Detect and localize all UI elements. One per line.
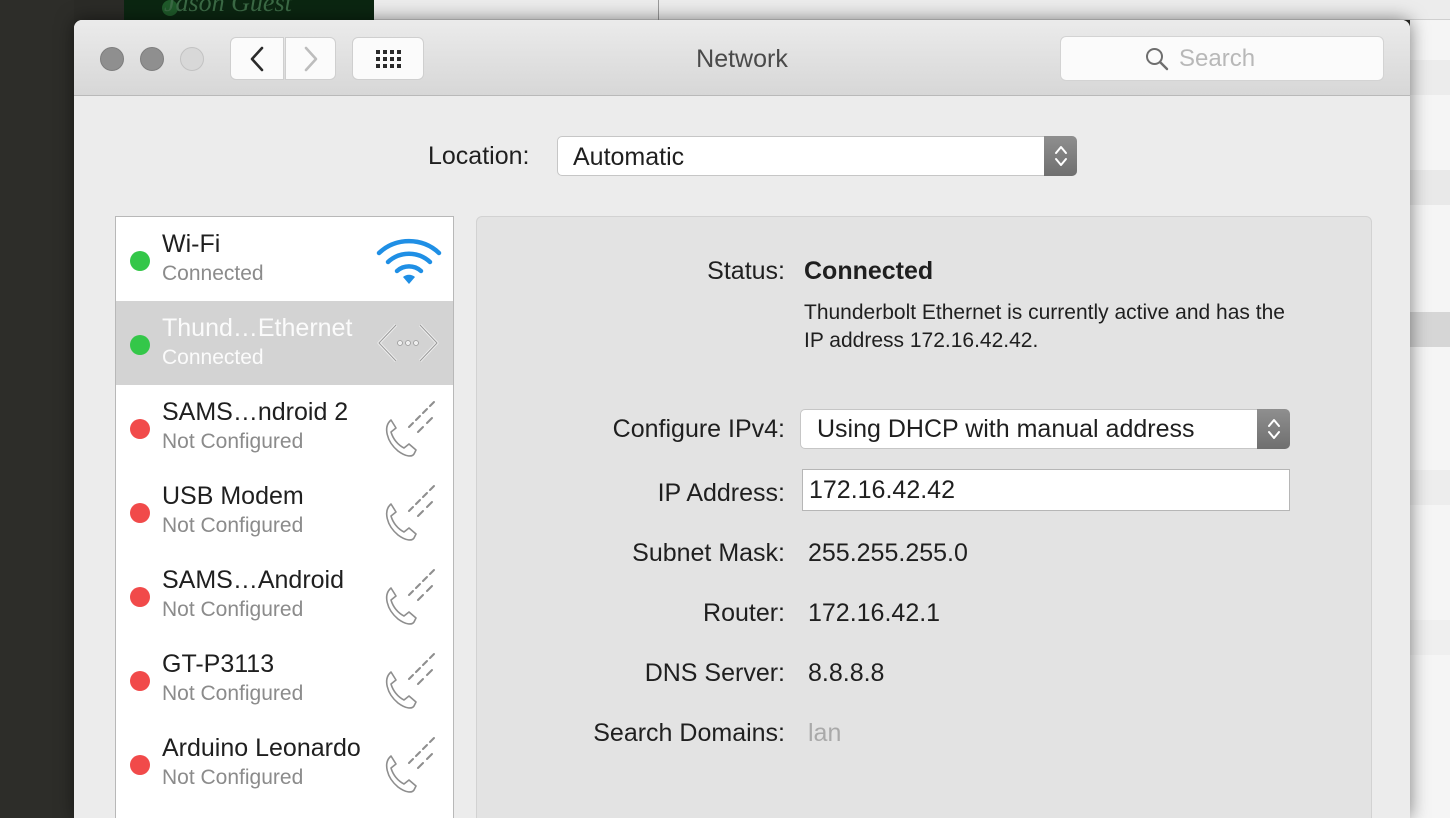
service-status: Connected	[162, 262, 264, 285]
search-domains-label: Search Domains:	[593, 719, 785, 747]
service-name: USB Modem	[162, 482, 304, 510]
dns-server-value: 8.8.8.8	[808, 659, 885, 687]
search-field[interactable]	[1060, 36, 1384, 81]
dns-server-label: DNS Server:	[644, 659, 785, 687]
status-dot	[130, 671, 150, 691]
configure-ipv4-popup[interactable]: Using DHCP with manual address	[800, 409, 1290, 449]
phone-icon	[385, 569, 435, 625]
background-app-header: Jason Guest	[124, 0, 374, 20]
phone-icon	[385, 485, 435, 541]
status-value: Connected	[804, 257, 934, 285]
service-status: Connected	[162, 346, 264, 369]
service-name: SAMS…ndroid 2	[162, 398, 349, 426]
service-item-samsung-android[interactable]: SAMS…Android Not Configured	[116, 553, 453, 637]
network-service-list: Wi-Fi Connected Thund…Ethernet Connected	[115, 216, 454, 818]
ip-address-field[interactable]	[802, 469, 1290, 511]
router-label: Router:	[703, 599, 785, 627]
subnet-mask-label: Subnet Mask:	[632, 539, 785, 567]
location-popup[interactable]: Automatic	[557, 136, 1077, 176]
service-item-usb-modem[interactable]: USB Modem Not Configured	[116, 469, 453, 553]
popup-arrows-icon	[1044, 136, 1077, 176]
ethernet-icon	[377, 323, 439, 363]
service-status: Not Configured	[162, 430, 304, 453]
status-dot	[130, 419, 150, 439]
location-label: Location:	[428, 142, 530, 170]
service-item-wifi[interactable]: Wi-Fi Connected	[116, 217, 453, 301]
status-dot	[130, 503, 150, 523]
service-item-samsung-android-2[interactable]: SAMS…ndroid 2 Not Configured	[116, 385, 453, 469]
search-input[interactable]	[1179, 44, 1299, 73]
service-name: Arduino Leonardo	[162, 734, 361, 762]
service-details-panel: Status: Connected Thunderbolt Ethernet i…	[476, 216, 1372, 818]
service-status: Not Configured	[162, 682, 304, 705]
phone-icon	[385, 401, 435, 457]
configure-ipv4-value: Using DHCP with manual address	[817, 415, 1195, 443]
search-icon	[1146, 47, 1169, 70]
service-item-thunderbolt-ethernet[interactable]: Thund…Ethernet Connected	[116, 301, 453, 385]
background-window-strip	[374, 0, 1450, 20]
configure-ipv4-label: Configure IPv4:	[612, 415, 785, 443]
service-name: Wi-Fi	[162, 230, 221, 258]
ip-address-label: IP Address:	[657, 479, 785, 507]
status-dot	[130, 587, 150, 607]
service-status: Not Configured	[162, 766, 304, 789]
service-name: Thund…Ethernet	[162, 314, 353, 342]
wifi-icon	[376, 238, 442, 284]
status-label: Status:	[707, 257, 785, 285]
service-name: SAMS…Android	[162, 566, 345, 594]
status-dot	[130, 755, 150, 775]
service-item-arduino-leonardo[interactable]: Arduino Leonardo Not Configured	[116, 721, 453, 805]
desktop-background	[0, 0, 74, 818]
popup-arrows-icon	[1257, 409, 1290, 449]
router-value: 172.16.42.1	[808, 599, 941, 627]
search-domains-value: lan	[808, 719, 842, 747]
status-description: Thunderbolt Ethernet is currently active…	[804, 301, 1285, 352]
phone-icon	[385, 737, 435, 793]
phone-icon	[385, 653, 435, 709]
title-bar: Network	[74, 20, 1410, 96]
background-app-label: Jason Guest	[164, 0, 292, 17]
status-dot	[130, 335, 150, 355]
subnet-mask-value: 255.255.255.0	[808, 539, 968, 567]
service-item-gt-p3113[interactable]: GT-P3113 Not Configured	[116, 637, 453, 721]
location-value: Automatic	[573, 143, 685, 171]
service-status: Not Configured	[162, 514, 304, 537]
service-name: GT-P3113	[162, 650, 275, 678]
service-status: Not Configured	[162, 598, 304, 621]
status-dot	[130, 251, 150, 271]
network-preferences-window: Network Location: Automatic Wi-Fi Connec…	[74, 20, 1410, 818]
background-window-edge	[1410, 20, 1450, 818]
